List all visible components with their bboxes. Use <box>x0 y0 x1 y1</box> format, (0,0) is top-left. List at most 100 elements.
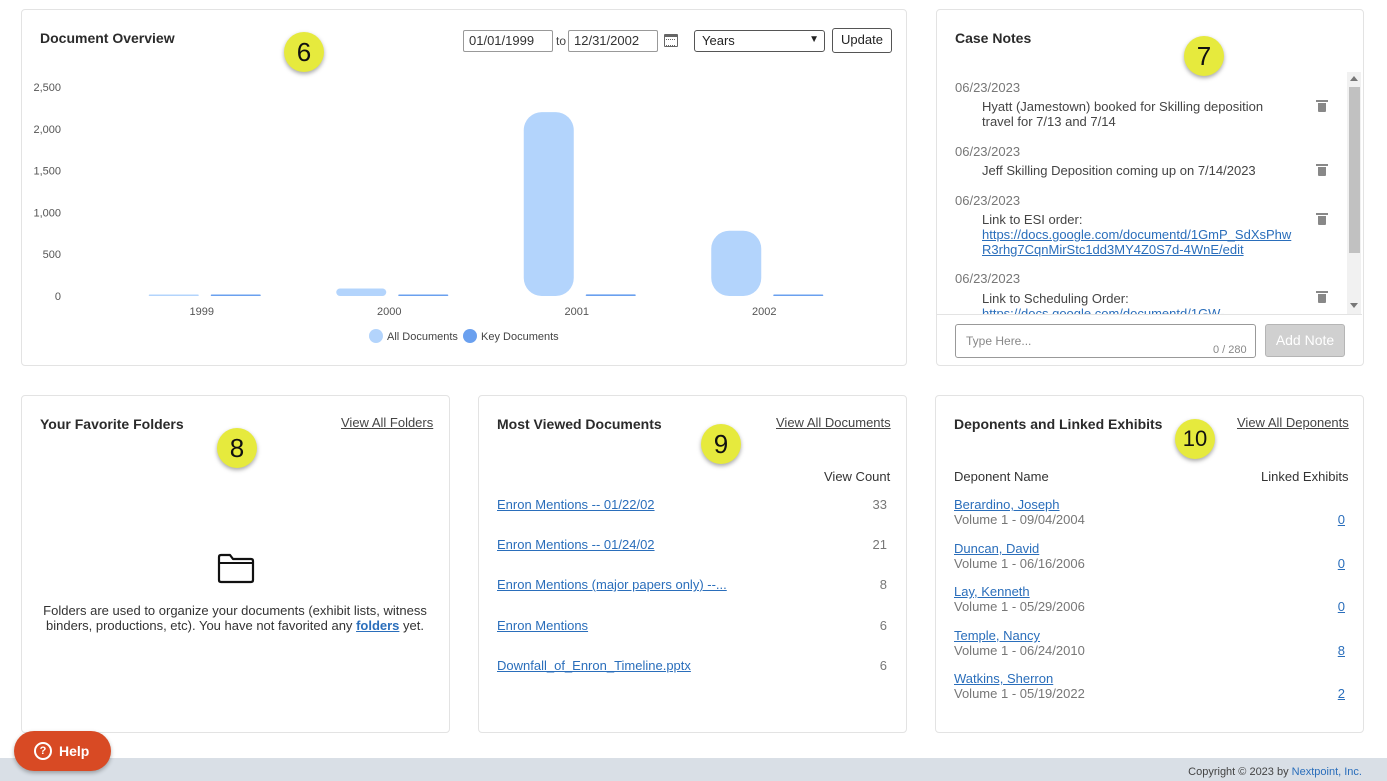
y-tick-label: 2,500 <box>33 82 61 94</box>
deponent-link[interactable]: Lay, Kenneth <box>954 584 1030 599</box>
folder-icon <box>217 553 255 584</box>
view-all-folders-link[interactable]: View All Folders <box>341 415 433 430</box>
note-link[interactable]: https://docs.google.com/documentd/1GmP_S… <box>982 227 1291 257</box>
legend-swatch <box>369 329 383 343</box>
y-tick-label: 0 <box>55 291 61 303</box>
callout-badge-10: 10 <box>1175 419 1215 459</box>
x-tick-label: 1999 <box>190 306 214 318</box>
y-tick-label: 500 <box>43 249 61 261</box>
chart-bar <box>398 294 449 296</box>
scroll-up-icon[interactable] <box>1350 76 1358 81</box>
most-viewed-card <box>478 395 907 733</box>
note-input[interactable]: Type Here... <box>955 324 1256 358</box>
case-notes-title: Case Notes <box>955 30 1032 46</box>
help-button[interactable]: ? Help <box>14 731 111 771</box>
folders-link[interactable]: folders <box>356 618 399 633</box>
note-text-label: Link to Scheduling Order: <box>982 291 1129 306</box>
document-link[interactable]: Enron Mentions (major papers only) --... <box>497 577 727 592</box>
deponent-link[interactable]: Temple, Nancy <box>954 628 1040 643</box>
y-tick-label: 2,000 <box>33 124 61 136</box>
deponent-link[interactable]: Duncan, David <box>954 541 1039 556</box>
most-viewed-title: Most Viewed Documents <box>497 416 662 432</box>
deponents-title: Deponents and Linked Exhibits <box>954 416 1163 432</box>
note-date: 06/23/2023 <box>955 271 1021 286</box>
deponent-link[interactable]: Watkins, Sherron <box>954 671 1053 686</box>
scroll-down-icon[interactable] <box>1350 303 1358 308</box>
trash-icon[interactable] <box>1316 291 1328 303</box>
help-label: Help <box>59 743 90 759</box>
callout-badge-7: 7 <box>1184 36 1224 76</box>
divider <box>937 314 1362 315</box>
linked-exhibits-count[interactable]: 0 <box>1300 599 1345 614</box>
chart-bar <box>336 288 387 296</box>
y-axis-ticks: 0 500 1,000 1,500 2,000 2,500 <box>33 82 61 303</box>
linked-exhibits-count[interactable]: 0 <box>1300 512 1345 527</box>
copyright-text: Copyright © 2023 by Nextpoint, Inc. <box>1188 766 1362 778</box>
deponent-volume: Volume 1 - 05/29/2006 <box>954 599 1085 614</box>
chart-bar <box>773 294 824 296</box>
x-axis-ticks: 1999 2000 2001 2002 <box>190 306 777 318</box>
period-select-value: Years <box>702 33 735 48</box>
period-select[interactable]: Years ▼ <box>694 30 825 52</box>
x-tick-label: 2002 <box>752 306 776 318</box>
trash-icon[interactable] <box>1316 100 1328 112</box>
copyright-label: Copyright © 2023 by <box>1188 766 1289 778</box>
document-overview-title: Document Overview <box>40 30 175 46</box>
linked-exhibits-count[interactable]: 8 <box>1300 643 1345 658</box>
x-tick-label: 2001 <box>565 306 589 318</box>
document-overview-chart: 0 500 1,000 1,500 2,000 2,500 1999 2000 2001 200… <box>33 82 824 343</box>
view-all-documents-link[interactable]: View All Documents <box>776 415 891 430</box>
chart-bar <box>210 294 261 296</box>
trash-icon[interactable] <box>1316 164 1328 176</box>
legend-swatch <box>463 329 477 343</box>
trash-icon[interactable] <box>1316 213 1328 225</box>
chevron-down-icon: ▼ <box>809 34 819 45</box>
calendar-icon[interactable] <box>664 34 678 47</box>
note-text: Link to Scheduling Order: https://docs.g… <box>982 291 1292 314</box>
chart-bars <box>148 112 824 296</box>
document-view-count: 6 <box>879 618 887 633</box>
callout-badge-8: 8 <box>217 428 257 468</box>
document-link[interactable]: Enron Mentions <box>497 618 588 633</box>
deponent-volume: Volume 1 - 06/24/2010 <box>954 643 1085 658</box>
note-date: 06/23/2023 <box>955 144 1021 159</box>
deponent-volume: Volume 1 - 05/19/2022 <box>954 686 1085 701</box>
update-button[interactable]: Update <box>832 28 892 53</box>
note-date: 06/23/2023 <box>955 193 1021 208</box>
deponent-name-header: Deponent Name <box>954 469 1049 484</box>
document-link[interactable]: Enron Mentions -- 01/24/02 <box>497 537 655 552</box>
view-all-deponents-link[interactable]: View All Deponents <box>1237 415 1349 430</box>
document-view-count: 21 <box>872 537 887 552</box>
linked-exhibits-count[interactable]: 2 <box>1300 686 1345 701</box>
document-link[interactable]: Enron Mentions -- 01/22/02 <box>497 497 655 512</box>
callout-badge-9: 9 <box>701 424 741 464</box>
document-view-count: 8 <box>879 577 887 592</box>
notes-scrollbar-thumb[interactable] <box>1349 87 1360 253</box>
date-from-input[interactable]: 01/01/1999 <box>463 30 553 52</box>
note-date: 06/23/2023 <box>955 80 1021 95</box>
note-link[interactable]: https://docs.google.com/documentd/1GW- <box>982 306 1225 314</box>
add-note-button[interactable]: Add Note <box>1265 324 1345 357</box>
brand-link[interactable]: Nextpoint, Inc. <box>1292 766 1362 778</box>
note-text: Link to ESI order: https://docs.google.c… <box>982 212 1292 257</box>
y-tick-label: 1,500 <box>33 166 61 178</box>
linked-exhibits-header: Linked Exhibits <box>1261 469 1349 484</box>
note-text: Hyatt (Jamestown) booked for Skilling de… <box>982 99 1264 129</box>
document-view-count: 6 <box>879 658 887 673</box>
linked-exhibits-count[interactable]: 0 <box>1300 556 1345 571</box>
deponent-volume: Volume 1 - 09/04/2004 <box>954 512 1085 527</box>
chart-bar <box>523 112 574 296</box>
note-char-count: 0 / 280 <box>1213 344 1247 356</box>
deponent-link[interactable]: Berardino, Joseph <box>954 497 1060 512</box>
date-range-to-label: to <box>556 34 567 48</box>
favorites-empty-text-end: yet. <box>399 618 424 633</box>
document-link[interactable]: Downfall_of_Enron_Timeline.pptx <box>497 658 691 673</box>
legend-label: All Documents <box>387 331 458 343</box>
note-text: Jeff Skilling Deposition coming up on 7/… <box>982 163 1256 178</box>
date-to-input[interactable]: 12/31/2002 <box>568 30 658 52</box>
y-tick-label: 1,000 <box>33 207 61 219</box>
case-notes-list[interactable]: 06/23/2023 Hyatt (Jamestown) booked for … <box>955 72 1350 314</box>
chart-bar <box>148 294 199 296</box>
document-view-count: 33 <box>872 497 887 512</box>
footer-bar <box>0 758 1387 781</box>
